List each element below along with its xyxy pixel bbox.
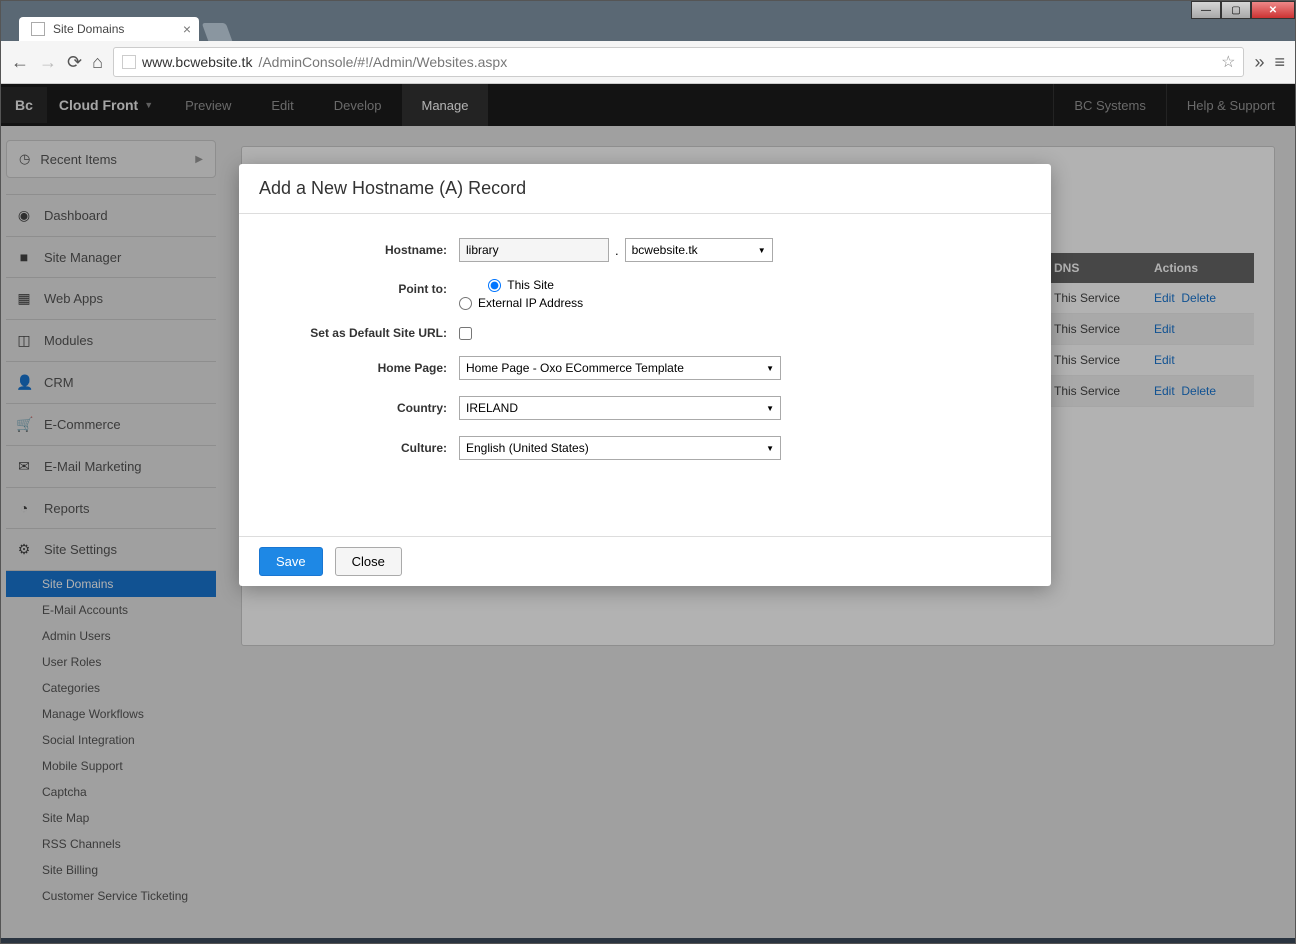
- label-hostname: Hostname:: [279, 243, 459, 257]
- window-minimize[interactable]: —: [1191, 1, 1221, 19]
- row-home-page: Home Page: Home Page - Oxo ECommerce Tem…: [279, 356, 1011, 380]
- radio-this-site-input[interactable]: [488, 279, 501, 292]
- chevron-down-icon: ▼: [766, 404, 774, 413]
- add-hostname-modal: Add a New Hostname (A) Record Hostname: …: [239, 164, 1051, 586]
- tabs-row: Site Domains ×: [1, 13, 1295, 41]
- radio-external-ip-label: External IP Address: [478, 296, 583, 310]
- home-page-value: Home Page - Oxo ECommerce Template: [466, 361, 684, 375]
- save-button[interactable]: Save: [259, 547, 323, 576]
- label-point-to: Point to:: [279, 278, 459, 296]
- page-icon: [31, 22, 45, 36]
- modal-body: Hostname: . bcwebsite.tk ▼ Point to:: [239, 214, 1051, 536]
- domain-select[interactable]: bcwebsite.tk ▼: [625, 238, 773, 262]
- url-path: /AdminConsole/#!/Admin/Websites.aspx: [258, 54, 507, 70]
- modal-title: Add a New Hostname (A) Record: [239, 164, 1051, 214]
- label-default-url: Set as Default Site URL:: [279, 326, 459, 340]
- tab-close-icon[interactable]: ×: [183, 21, 191, 37]
- label-culture: Culture:: [279, 441, 459, 455]
- hamburger-icon[interactable]: ≡: [1274, 52, 1285, 73]
- radio-this-site[interactable]: This Site: [488, 278, 554, 292]
- site-icon: [122, 55, 136, 69]
- culture-value: English (United States): [466, 441, 589, 455]
- label-country: Country:: [279, 401, 459, 415]
- url-host: www.bcwebsite.tk: [142, 54, 252, 70]
- window-close[interactable]: ✕: [1251, 1, 1295, 19]
- radio-external-ip[interactable]: External IP Address: [459, 296, 583, 310]
- country-select[interactable]: IRELAND ▼: [459, 396, 781, 420]
- forward-icon[interactable]: →: [39, 52, 57, 73]
- reload-icon[interactable]: ⟳: [67, 52, 82, 73]
- default-url-checkbox[interactable]: [459, 327, 472, 340]
- app-wrapper: Bc Cloud Front ▼ Preview Edit Develop Ma…: [1, 84, 1295, 938]
- nav-arrows: ← → ⟳ ⌂: [11, 52, 103, 73]
- dot-separator: .: [615, 243, 619, 258]
- tab-title: Site Domains: [53, 22, 124, 36]
- window-controls: — ▢ ✕: [1191, 1, 1295, 19]
- browser-chrome: Site Domains × ← → ⟳ ⌂ www.bcwebsite.tk/…: [1, 1, 1295, 84]
- chevron-down-icon: ▼: [766, 364, 774, 373]
- row-default-url: Set as Default Site URL:: [279, 326, 1011, 340]
- culture-select[interactable]: English (United States) ▼: [459, 436, 781, 460]
- chevron-right-icon[interactable]: »: [1254, 52, 1264, 73]
- nav-row: ← → ⟳ ⌂ www.bcwebsite.tk/AdminConsole/#!…: [1, 41, 1295, 84]
- chevron-down-icon: ▼: [766, 444, 774, 453]
- country-value: IRELAND: [466, 401, 518, 415]
- home-page-select[interactable]: Home Page - Oxo ECommerce Template ▼: [459, 356, 781, 380]
- bookmark-icon[interactable]: ☆: [1221, 52, 1235, 72]
- radio-this-site-label: This Site: [507, 278, 554, 292]
- window-maximize[interactable]: ▢: [1221, 1, 1251, 19]
- row-culture: Culture: English (United States) ▼: [279, 436, 1011, 460]
- hostname-input[interactable]: [459, 238, 609, 262]
- url-bar[interactable]: www.bcwebsite.tk/AdminConsole/#!/Admin/W…: [113, 47, 1245, 77]
- row-hostname: Hostname: . bcwebsite.tk ▼: [279, 238, 1011, 262]
- back-icon[interactable]: ←: [11, 52, 29, 73]
- row-point-to: Point to: This Site External IP Address: [279, 278, 1011, 310]
- window-frame: — ▢ ✕ Site Domains × ← → ⟳ ⌂ www.bcwebsi…: [0, 0, 1296, 944]
- close-button[interactable]: Close: [335, 547, 402, 576]
- new-tab-button[interactable]: [202, 23, 233, 41]
- row-country: Country: IRELAND ▼: [279, 396, 1011, 420]
- modal-footer: Save Close: [239, 536, 1051, 586]
- radio-external-ip-input[interactable]: [459, 297, 472, 310]
- browser-tab[interactable]: Site Domains ×: [19, 17, 199, 41]
- chevron-down-icon: ▼: [758, 246, 766, 255]
- domain-select-value: bcwebsite.tk: [632, 243, 698, 257]
- label-home-page: Home Page:: [279, 361, 459, 375]
- home-icon[interactable]: ⌂: [92, 52, 103, 73]
